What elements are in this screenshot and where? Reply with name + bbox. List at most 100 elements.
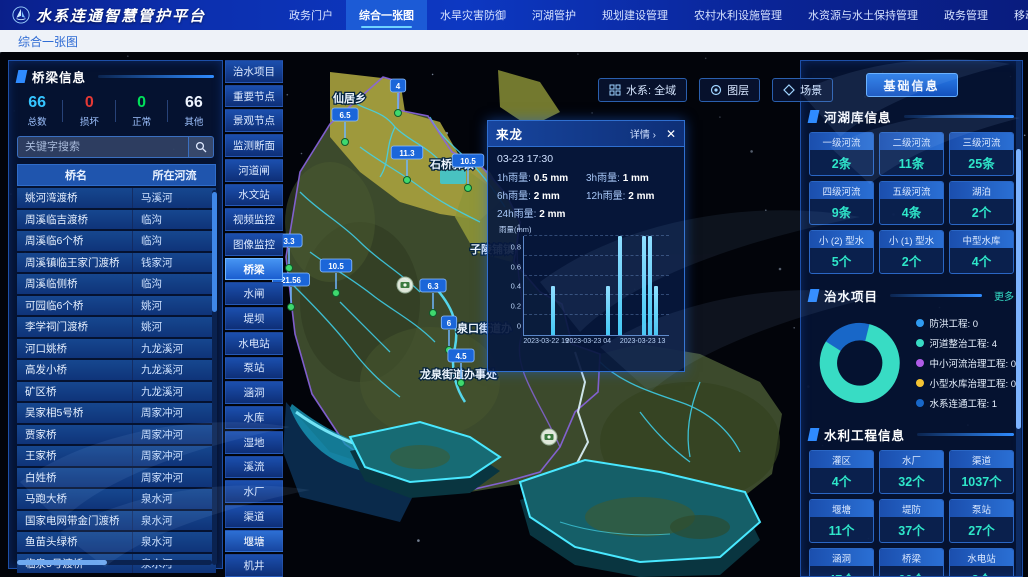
info-cell[interactable]: 一级河流2条 — [809, 132, 874, 176]
layer-menu-item[interactable]: 河道闸 — [225, 159, 283, 182]
table-row[interactable]: 周溪临吉渡桥临沟 — [17, 210, 216, 230]
table-row[interactable]: 白姓桥周家冲河 — [17, 468, 216, 488]
layer-menu-item[interactable]: 重要节点 — [225, 85, 283, 108]
table-row[interactable]: 李学祠门渡桥姚河 — [17, 317, 216, 337]
info-cell[interactable]: 五级河流4条 — [879, 181, 944, 225]
scrollbar-thumb[interactable] — [17, 560, 107, 565]
table-row[interactable]: 高发小桥九龙溪河 — [17, 360, 216, 380]
table-row[interactable]: 姚河湾渡桥马溪河 — [17, 188, 216, 208]
nav-item[interactable]: 移动工作管理 — [1001, 0, 1028, 30]
info-cell[interactable]: 桥梁66个 — [879, 548, 944, 577]
nav-item[interactable]: 综合一张图 — [346, 0, 427, 30]
layer-menu-item[interactable]: 水厂 — [225, 480, 283, 503]
info-cell[interactable]: 二级河流11条 — [879, 132, 944, 176]
layer-menu-item[interactable]: 溪流 — [225, 456, 283, 479]
layer-menu-item[interactable]: 水文站 — [225, 184, 283, 207]
layer-menu-item[interactable]: 涵洞 — [225, 381, 283, 404]
popup-detail-link[interactable]: 详情 › — [630, 126, 656, 141]
table-row[interactable]: 马跑大桥泉水河 — [17, 489, 216, 509]
table-row[interactable]: 河口姚桥九龙溪河 — [17, 339, 216, 359]
table-row[interactable]: 矿区桥九龙溪河 — [17, 382, 216, 402]
table-row[interactable]: 周溪镇临王家门渡桥钱家河 — [17, 253, 216, 273]
info-cell-label: 堰塘 — [810, 500, 873, 517]
lake-region — [440, 170, 466, 184]
search-button[interactable] — [188, 136, 214, 158]
layer-menu-item[interactable]: 景观节点 — [225, 109, 283, 132]
map-control-label: 图层 — [727, 82, 749, 98]
marker-dot — [333, 290, 340, 297]
nav-item[interactable]: 规划建设管理 — [589, 0, 681, 30]
info-cell[interactable]: 三级河流25条 — [949, 132, 1014, 176]
info-cell-value: 5个 — [810, 248, 873, 273]
nav-item[interactable]: 政务管理 — [931, 0, 1001, 30]
table-row[interactable]: 周溪临侧桥临沟 — [17, 274, 216, 294]
layer-menu-item[interactable]: 治水项目 — [225, 60, 283, 83]
camera-marker[interactable] — [541, 429, 557, 445]
info-cell[interactable]: 灌区4个 — [809, 450, 874, 494]
layer-menu-item[interactable]: 渠道 — [225, 505, 283, 528]
rain-stat: 24h雨量: 2 mm — [497, 205, 586, 220]
layer-menu-item[interactable]: 桥梁 — [225, 258, 283, 281]
map-control-water-network[interactable]: 水系: 全域 — [598, 78, 687, 102]
layer-menu-item[interactable]: 图像监控 — [225, 233, 283, 256]
info-cell-value: 2条 — [810, 150, 873, 175]
stat-label: 总数 — [11, 114, 63, 128]
nav-item[interactable]: 农村水利设施管理 — [681, 0, 795, 30]
layer-menu-item[interactable]: 监测断面 — [225, 134, 283, 157]
info-cell[interactable]: 泵站27个 — [949, 499, 1014, 543]
projects-more-link[interactable]: 更多 — [994, 288, 1014, 303]
layer-menu-item[interactable]: 泵站 — [225, 357, 283, 380]
layer-menu-item[interactable]: 水闸 — [225, 282, 283, 305]
info-cell[interactable]: 四级河流9条 — [809, 181, 874, 225]
camera-marker[interactable] — [397, 277, 413, 293]
info-cell[interactable]: 堰塘11个 — [809, 499, 874, 543]
rain-bar — [642, 236, 646, 335]
bridge-name-cell: 白姓桥 — [17, 468, 133, 488]
table-row[interactable]: 王家桥周家冲河 — [17, 446, 216, 466]
info-cell[interactable]: 水厂32个 — [879, 450, 944, 494]
star-dot — [705, 58, 707, 60]
info-cell[interactable]: 堤防37个 — [879, 499, 944, 543]
marker-value: 10.5 — [460, 157, 476, 166]
top-navbar: 水系连通智慧管护平台 政务门户综合一张图水旱灾害防御河湖管护规划建设管理农村水利… — [0, 0, 1028, 30]
layer-menu-item[interactable]: 水库 — [225, 406, 283, 429]
table-row[interactable]: 鱼苗头绿桥泉水河 — [17, 532, 216, 552]
info-cell[interactable]: 涵洞47个 — [809, 548, 874, 577]
table-vertical-scrollbar[interactable] — [212, 190, 217, 565]
right-panel-scrollbar[interactable] — [1016, 61, 1021, 576]
layer-menu-item[interactable]: 视频监控 — [225, 208, 283, 231]
search-input[interactable] — [17, 136, 188, 158]
nav-item[interactable]: 水资源与水土保持管理 — [795, 0, 931, 30]
map-control-layers[interactable]: 图层 — [699, 78, 760, 102]
table-horizontal-scrollbar[interactable] — [17, 560, 212, 565]
layer-menu-item[interactable]: 堰塘 — [225, 530, 283, 553]
info-cell[interactable]: 小 (1) 型水2个 — [879, 230, 944, 274]
scrollbar-thumb[interactable] — [212, 192, 217, 312]
map-control-scene[interactable]: 场景 — [772, 78, 833, 102]
tab-basic-info[interactable]: 基础信息 — [866, 73, 958, 97]
table-row[interactable]: 周溪临6个桥临沟 — [17, 231, 216, 251]
legend-dot — [916, 399, 924, 407]
layer-menu-item[interactable]: 水电站 — [225, 332, 283, 355]
nav-item[interactable]: 河湖管护 — [519, 0, 589, 30]
info-cell[interactable]: 中型水库4个 — [949, 230, 1014, 274]
info-cell[interactable]: 渠道1037个 — [949, 450, 1014, 494]
y-axis-tick: 0.4 — [511, 282, 521, 291]
breadcrumb-bar: 综合一张图 — [0, 30, 1028, 52]
nav-item[interactable]: 水旱灾害防御 — [427, 0, 519, 30]
nav-item[interactable]: 政务门户 — [276, 0, 346, 30]
info-cell-value: 66个 — [880, 566, 943, 577]
info-cell[interactable]: 湖泊2个 — [949, 181, 1014, 225]
table-row[interactable]: 可园临6个桥姚河 — [17, 296, 216, 316]
layer-menu-item[interactable]: 机井 — [225, 554, 283, 577]
scrollbar-thumb[interactable] — [1016, 149, 1021, 429]
layer-menu-item[interactable]: 堤坝 — [225, 307, 283, 330]
table-row[interactable]: 国家电网带金门渡桥泉水河 — [17, 511, 216, 531]
close-icon[interactable]: ✕ — [666, 128, 676, 140]
info-cell[interactable]: 水电站3个 — [949, 548, 1014, 577]
layer-menu-item[interactable]: 湿地 — [225, 431, 283, 454]
info-cell[interactable]: 小 (2) 型水5个 — [809, 230, 874, 274]
table-row[interactable]: 吴家相5号桥周家冲河 — [17, 403, 216, 423]
table-row[interactable]: 贾家桥周家冲河 — [17, 425, 216, 445]
breadcrumb[interactable]: 综合一张图 — [18, 33, 78, 50]
